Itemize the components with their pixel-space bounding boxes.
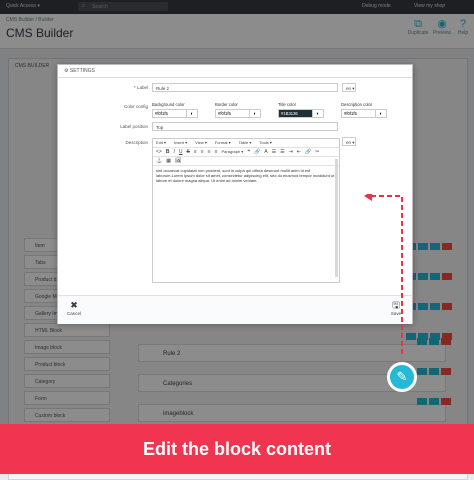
italic-icon[interactable]: I [173, 149, 174, 155]
border-color-group: Border color #f0f1f5 ◐ [215, 102, 261, 118]
strikethrough-icon[interactable]: S [186, 149, 189, 155]
label-position-label: Label position [120, 124, 148, 129]
align-justify-icon[interactable]: ≡ [215, 149, 218, 155]
menu-insert[interactable]: Insert ▾ [174, 140, 187, 145]
menu-format[interactable]: Format ▾ [215, 140, 231, 145]
menu-edit[interactable]: Edit ▾ [156, 140, 166, 145]
rich-text-editor[interactable]: Edit ▾ Insert ▾ View ▾ Format ▾ Table ▾ Tools… [152, 138, 340, 283]
editor-menubar: Edit ▾ Insert ▾ View ▾ Format ▾ Table ▾ Tools… [153, 139, 339, 148]
link-icon[interactable]: 🔗 [254, 149, 260, 155]
align-left-icon[interactable]: ≡ [194, 149, 197, 155]
modal-footer: ✖ Cancel 🖫 Save [58, 295, 412, 324]
text-color-icon[interactable]: A [264, 149, 267, 155]
indent-icon[interactable]: ⇥ [289, 149, 293, 155]
blockquote-icon[interactable]: ❝ [247, 149, 250, 155]
language-select[interactable]: en ▾ [342, 83, 356, 92]
description-color-group: Description color #f0f1f5 ◐ [341, 102, 387, 118]
title-color-input[interactable]: #1B3136 ◐ [278, 109, 324, 118]
paragraph-select[interactable]: Paragraph ▾ [222, 149, 244, 154]
edit-pencil-button[interactable]: ✎ [387, 362, 417, 392]
editor-toolbar: <> B I U S ≡ ≡ ≡ ≡ Paragraph ▾ ❝ 🔗 A ☰ ☰ ⇥ ⇤ 🔗 ✂ [153, 148, 339, 157]
unlink-icon[interactable]: ✂ [315, 149, 319, 155]
pointer-arrow [364, 194, 403, 354]
underline-icon[interactable]: U [179, 149, 183, 155]
menu-tools[interactable]: Tools ▾ [259, 140, 271, 145]
align-right-icon[interactable]: ≡ [208, 149, 211, 155]
title-color-group: Title color #1B3136 ◐ [278, 102, 324, 118]
menu-table[interactable]: Table ▾ [239, 140, 252, 145]
close-icon: ✖ [70, 300, 78, 310]
label-field-label: * Label [133, 85, 148, 90]
settings-modal: ⚙ SETTINGS * Label Rule 2 en ▾ Color con… [57, 64, 413, 324]
editor-scrollbar[interactable] [335, 159, 338, 277]
label-position-select[interactable]: Top [152, 122, 338, 131]
label-input[interactable]: Rule 2 [152, 83, 338, 92]
description-language-select[interactable]: en ▾ [342, 137, 356, 146]
outdent-icon[interactable]: ⇤ [297, 149, 301, 155]
pencil-icon: ✎ [396, 369, 408, 384]
settings-icon: ⚙ [64, 68, 69, 74]
bullet-list-icon[interactable]: ☰ [272, 149, 276, 155]
color-picker-icon[interactable]: ◐ [249, 110, 260, 117]
image-icon[interactable]: 🖼 [175, 158, 181, 164]
menu-view[interactable]: View ▾ [195, 140, 207, 145]
cancel-button[interactable]: ✖ Cancel [62, 300, 86, 316]
anchor-icon[interactable]: ⚓ [156, 158, 162, 164]
bold-icon[interactable]: B [166, 149, 170, 155]
editor-toolbar-row-2: ⚓ ▦ 🖼 [153, 157, 339, 166]
align-center-icon[interactable]: ≡ [201, 149, 204, 155]
background-color-input[interactable]: #f0f1f5 ◐ [152, 109, 198, 118]
color-picker-icon[interactable]: ◐ [375, 110, 386, 117]
description-color-input[interactable]: #f0f1f5 ◐ [341, 109, 387, 118]
color-picker-icon[interactable]: ◐ [312, 110, 323, 117]
insert-link-icon[interactable]: 🔗 [305, 149, 311, 155]
editor-content[interactable]: sint occaecat cupidatat non proident, su… [153, 166, 339, 185]
source-code-icon[interactable]: <> [156, 149, 162, 155]
color-picker-icon[interactable]: ◐ [186, 110, 197, 117]
numbered-list-icon[interactable]: ☰ [280, 149, 284, 155]
table-icon[interactable]: ▦ [166, 158, 171, 164]
background-color-group: Background color #f0f1f5 ◐ [152, 102, 198, 118]
modal-header: ⚙ SETTINGS [58, 65, 412, 78]
border-color-input[interactable]: #f0f1f5 ◐ [215, 109, 261, 118]
caption-banner: Edit the block content [0, 424, 474, 474]
description-label: Description [125, 140, 148, 145]
color-config-label: Color config [123, 104, 148, 109]
